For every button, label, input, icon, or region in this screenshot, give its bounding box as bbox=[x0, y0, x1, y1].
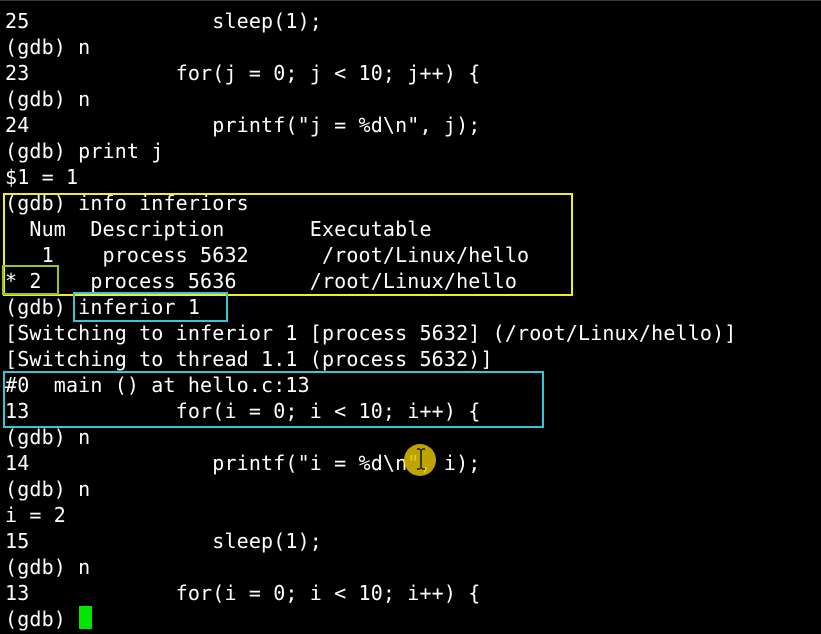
terminal-line: * 2 process 5636 /root/Linux/hello bbox=[5, 269, 518, 293]
terminal-line: (gdb) n bbox=[5, 477, 91, 501]
terminal-line: (gdb) print j bbox=[5, 139, 164, 163]
terminal-line: Num Description Executable bbox=[5, 217, 432, 241]
terminal-line: 1 process 5632 /root/Linux/hello bbox=[5, 243, 530, 267]
window-top-edge bbox=[0, 0, 821, 1]
terminal-line: 23 for(j = 0; j < 10; j++) { bbox=[5, 61, 481, 85]
terminal-line: (gdb) n bbox=[5, 87, 91, 111]
command-prompt-line[interactable]: (gdb) bbox=[5, 606, 78, 632]
terminal-line: (gdb) inferior 1 bbox=[5, 295, 201, 319]
terminal-line: #0 main () at hello.c:13 bbox=[5, 373, 310, 397]
terminal-line: [Switching to thread 1.1 (process 5632)] bbox=[5, 347, 493, 371]
terminal-line: 24 printf("j = %d\n", j); bbox=[5, 113, 481, 137]
block-cursor-icon bbox=[79, 606, 92, 629]
terminal-line: (gdb) n bbox=[5, 35, 91, 59]
terminal-window[interactable]: 25 sleep(1); (gdb) n 23 for(j = 0; j < 1… bbox=[0, 0, 821, 634]
terminal-line: 15 sleep(1); bbox=[5, 529, 322, 553]
terminal-line: (gdb) info inferiors bbox=[5, 191, 249, 215]
terminal-line: i = 2 bbox=[5, 503, 66, 527]
terminal-line: (gdb) n bbox=[5, 555, 91, 579]
terminal-line: (gdb) n bbox=[5, 425, 91, 449]
terminal-line: $1 = 1 bbox=[5, 165, 79, 189]
ibeam-icon bbox=[417, 448, 425, 470]
terminal-line: 13 for(i = 0; i < 10; i++) { bbox=[5, 399, 481, 423]
terminal-line: 13 for(i = 0; i < 10; i++) { bbox=[5, 581, 481, 605]
terminal-line: [Switching to inferior 1 [process 5632] … bbox=[5, 321, 737, 345]
terminal-line: 25 sleep(1); bbox=[5, 9, 322, 33]
